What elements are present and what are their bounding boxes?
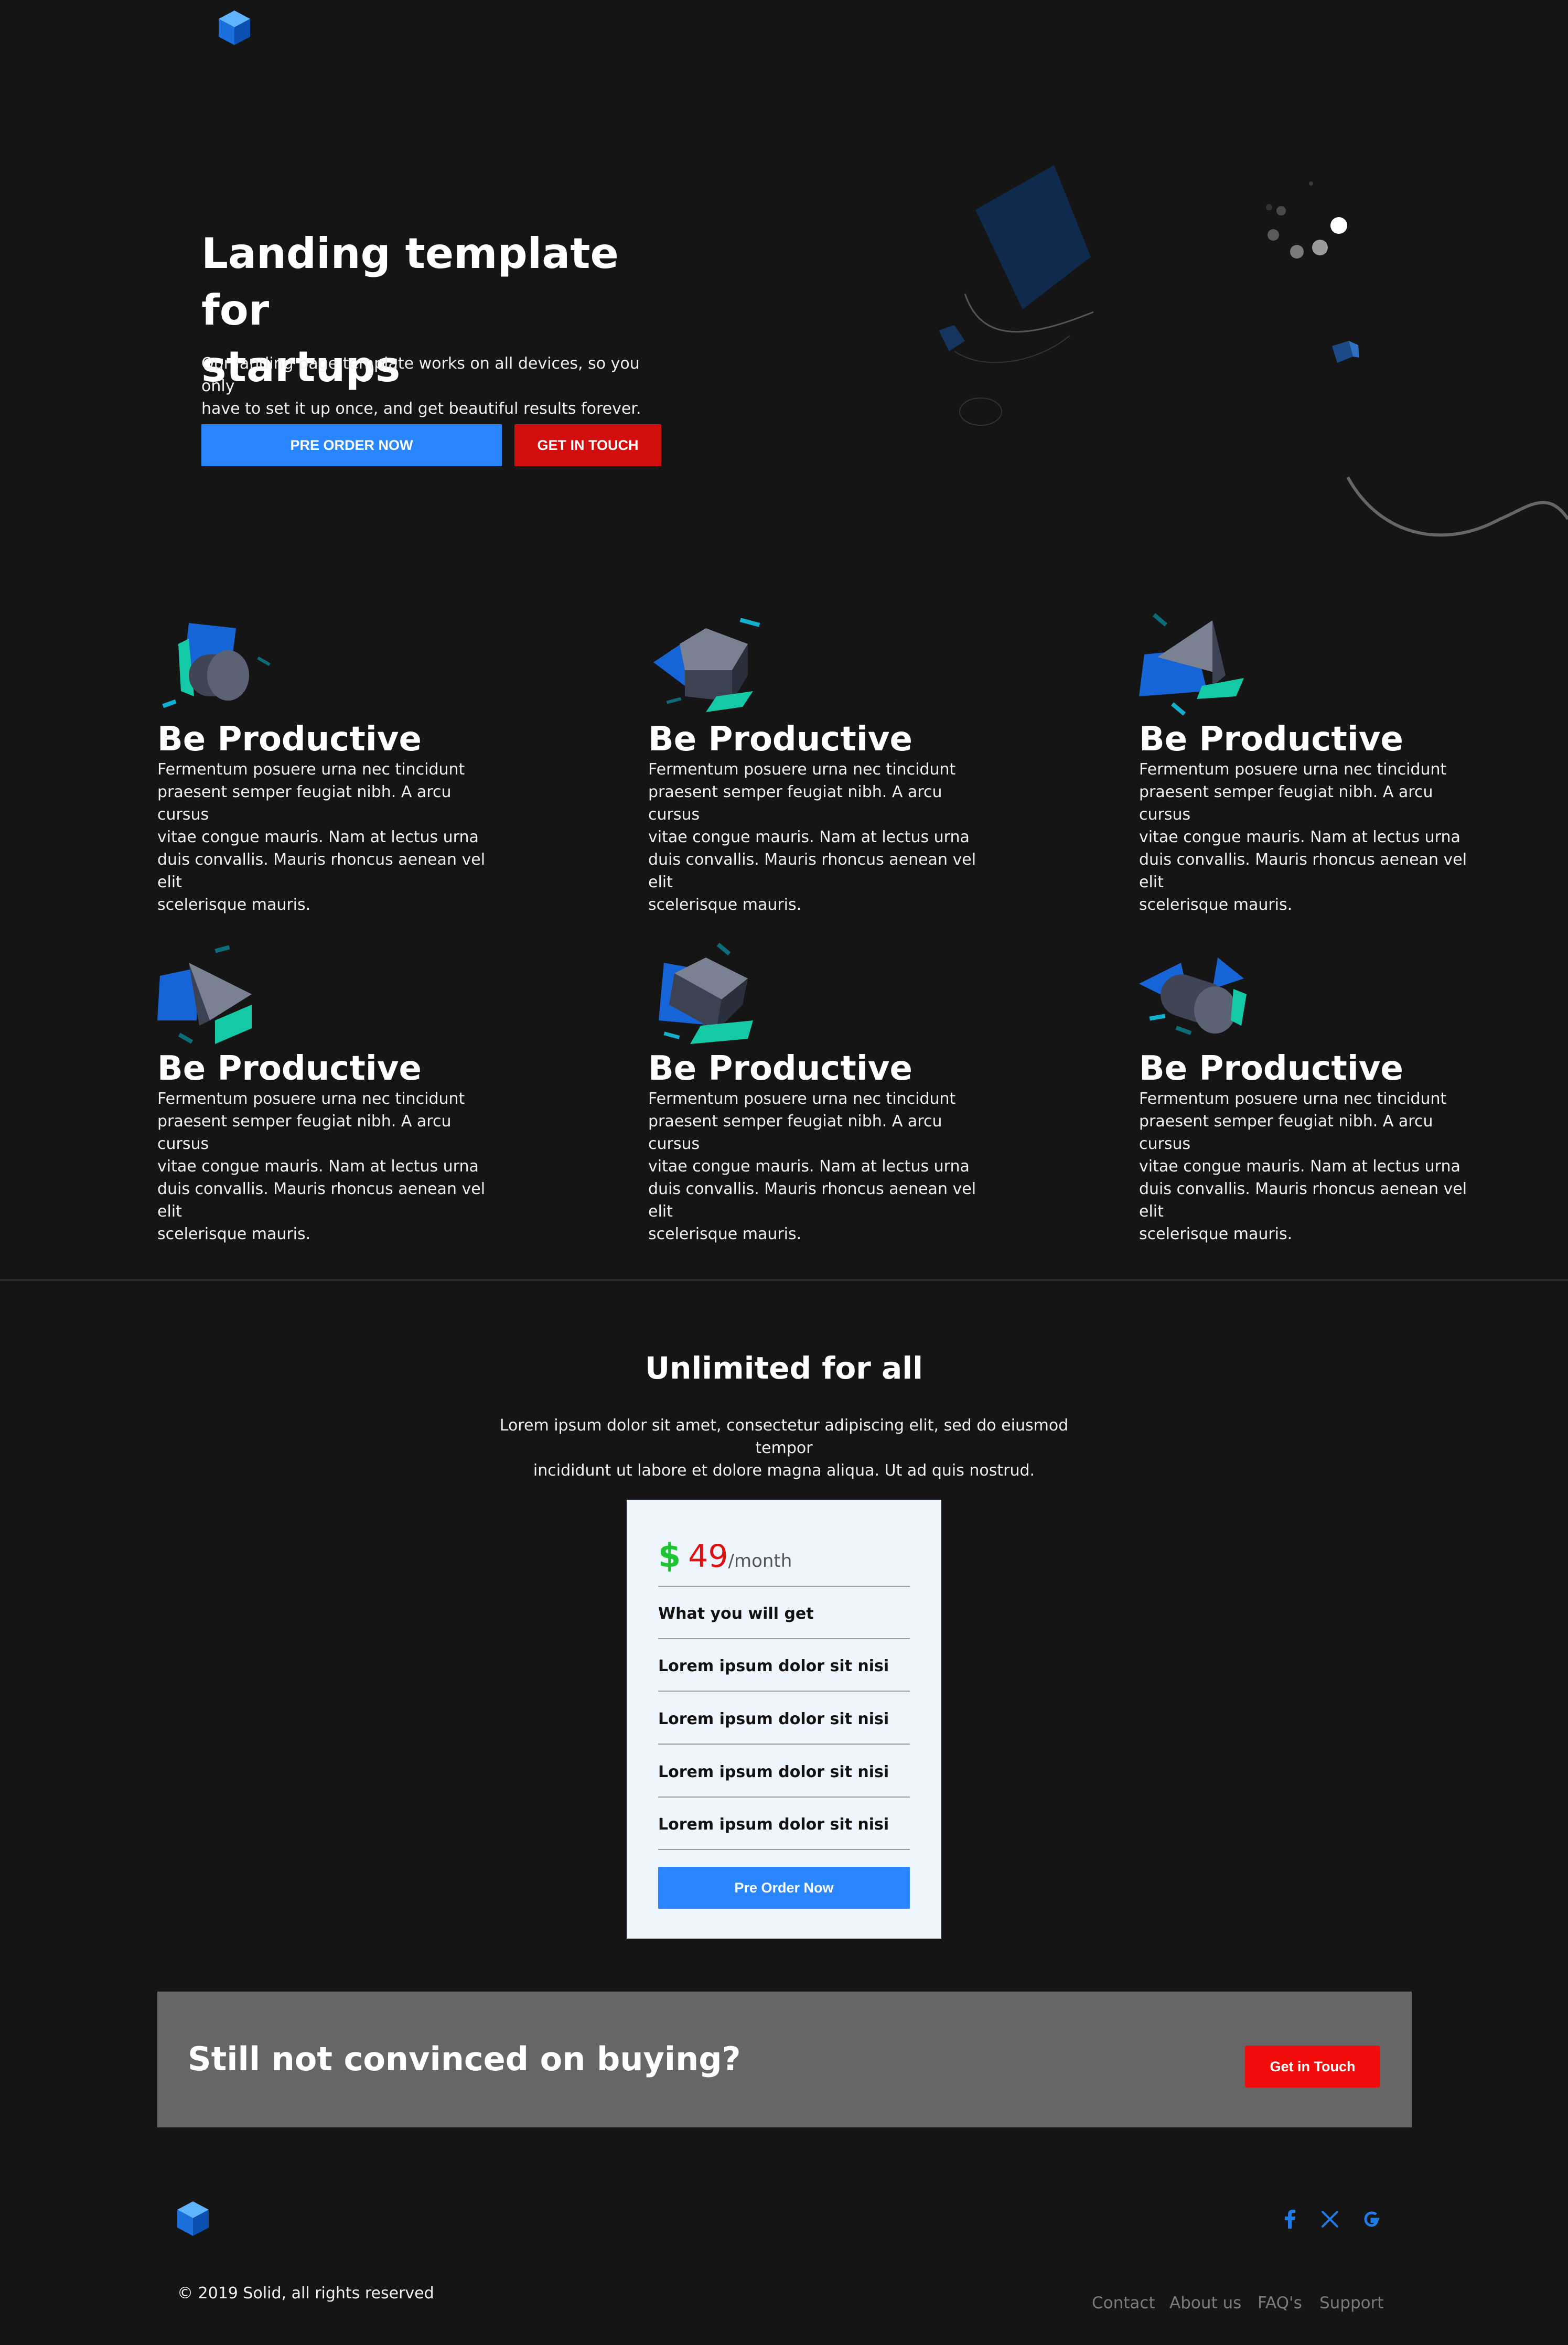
pricing-card: $ 49 /month What you will get Lorem ipsu… [627, 1500, 941, 1939]
pricing-item: Lorem ipsum dolor sit nisi [658, 1815, 889, 1834]
cube-icon [653, 618, 760, 712]
hero-illustration [939, 165, 1568, 537]
feature-text: Fermentum posuere urna nec tincidunt prae… [157, 1090, 486, 1243]
feature-text: Fermentum posuere urna nec tincidunt prae… [648, 1090, 976, 1243]
divider [658, 1638, 910, 1639]
feature-card: Be Productive Fermentum posuere urna nec… [1139, 612, 1496, 916]
facebook-icon[interactable] [1280, 2209, 1301, 2230]
cta-banner: Still not convinced on buying? Get in To… [157, 1992, 1412, 2127]
cta-title: Still not convinced on buying? [188, 2040, 741, 2078]
feature-text: Fermentum posuere urna nec tincidunt prae… [1139, 760, 1467, 914]
feature-card: Be Productive Fermentum posuere urna nec… [648, 942, 1005, 1245]
pre-order-card-button[interactable]: Pre Order Now [658, 1867, 910, 1909]
divider [658, 1691, 910, 1692]
x-icon[interactable] [1319, 2209, 1340, 2230]
pricing-description: Lorem ipsum dolor sit amet, consectetur … [499, 1416, 1069, 1480]
logo-icon[interactable] [218, 9, 251, 46]
feature-card: Be Productive Fermentum posuere urna nec… [157, 612, 514, 916]
footer-link-about[interactable]: About us [1169, 2294, 1241, 2312]
price-period: /month [728, 1551, 792, 1572]
cylinder-icon [162, 623, 271, 708]
feature-title: Be Productive [648, 1049, 912, 1088]
footer-link-contact[interactable]: Contact [1092, 2294, 1155, 2312]
feature-card: Be Productive Fermentum posuere urna nec… [1139, 942, 1496, 1245]
pricing-item: Lorem ipsum dolor sit nisi [658, 1657, 889, 1675]
feature-card: Be Productive Fermentum posuere urna nec… [157, 942, 514, 1245]
cone-icon [1139, 613, 1244, 716]
footer-link-faqs[interactable]: FAQ's [1258, 2294, 1302, 2312]
cube-icon [659, 942, 753, 1044]
divider [658, 1797, 910, 1798]
cylinder-icon [1139, 958, 1247, 1035]
feature-title: Be Productive [157, 720, 422, 759]
divider [658, 1586, 910, 1587]
price-amount: 49 [688, 1538, 728, 1575]
feature-title: Be Productive [1139, 1049, 1403, 1088]
google-icon[interactable] [1361, 2209, 1382, 2230]
pyramid-icon [157, 945, 252, 1044]
copyright: © 2019 Solid, all rights reserved [177, 2284, 434, 2303]
pre-order-button[interactable]: PRE ORDER NOW [201, 424, 502, 466]
feature-text: Fermentum posuere urna nec tincidunt prae… [1139, 1090, 1467, 1243]
pricing-title: Unlimited for all [645, 1350, 923, 1386]
footer-link-support[interactable]: Support [1319, 2294, 1384, 2312]
feature-card: Be Productive Fermentum posuere urna nec… [648, 612, 1005, 916]
footer-logo-icon[interactable] [176, 2200, 210, 2237]
pricing-header: What you will get [658, 1605, 814, 1623]
section-divider [0, 1279, 1568, 1281]
hero-description: Our landing page template works on all d… [201, 354, 641, 418]
divider [658, 1849, 910, 1850]
price-currency: $ [658, 1536, 681, 1575]
feature-title: Be Productive [157, 1049, 422, 1088]
feature-title: Be Productive [648, 720, 912, 759]
feature-text: Fermentum posuere urna nec tincidunt prae… [648, 760, 976, 914]
pricing-item: Lorem ipsum dolor sit nisi [658, 1710, 889, 1728]
feature-text: Fermentum posuere urna nec tincidunt prae… [157, 760, 486, 914]
divider [658, 1744, 910, 1745]
cta-get-in-touch-button[interactable]: Get in Touch [1245, 2046, 1380, 2088]
pricing-item: Lorem ipsum dolor sit nisi [658, 1763, 889, 1781]
feature-title: Be Productive [1139, 720, 1403, 759]
price: $ 49 /month [658, 1536, 792, 1575]
get-in-touch-button[interactable]: GET IN TOUCH [514, 424, 661, 466]
